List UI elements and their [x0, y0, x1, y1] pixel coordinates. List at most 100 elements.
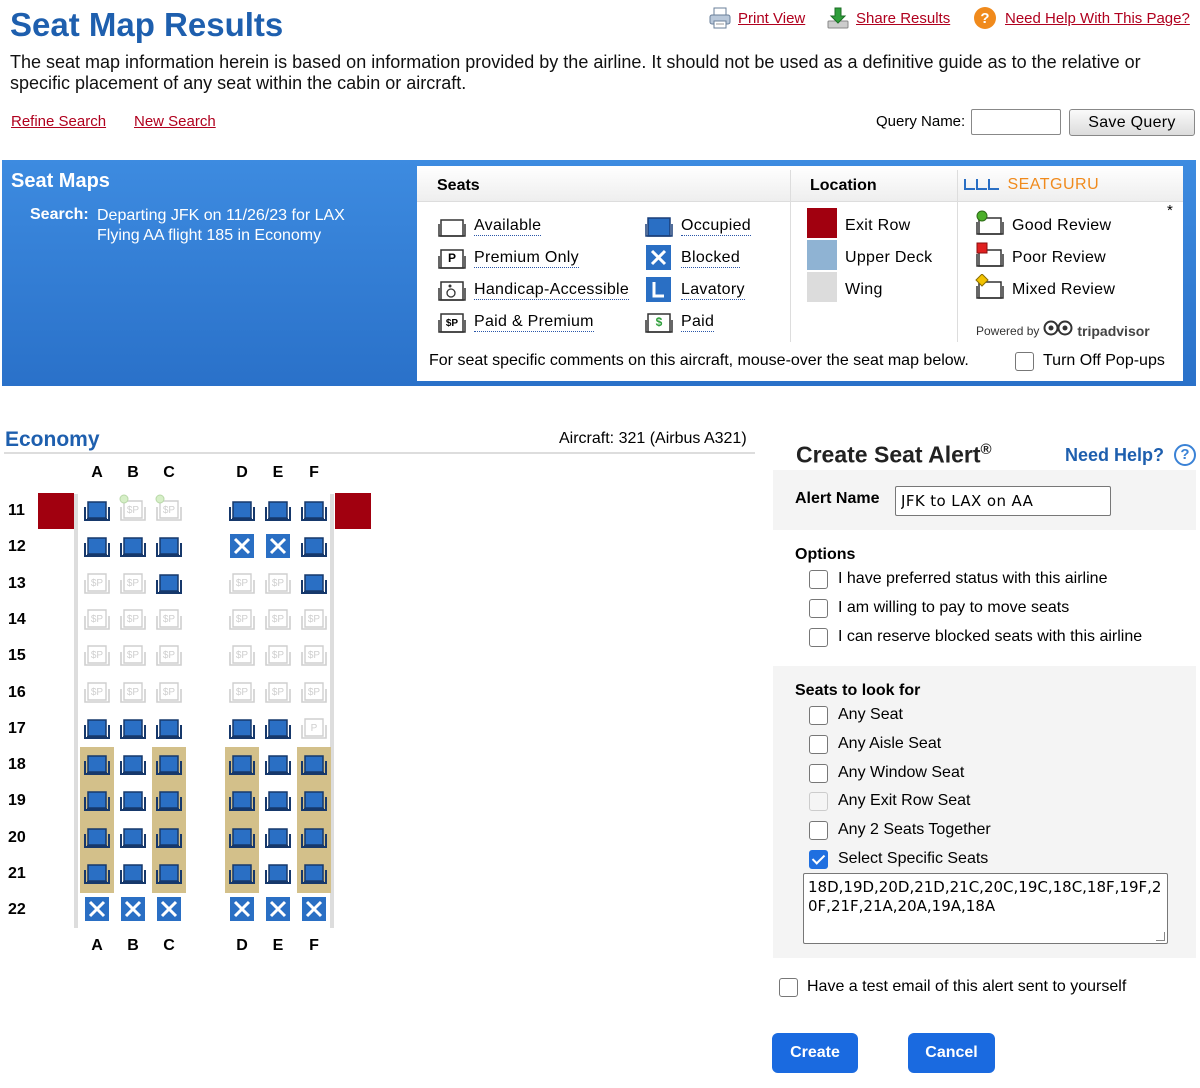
seat-14f[interactable]: $P [297, 602, 331, 636]
seat-16e[interactable]: $P [261, 675, 295, 709]
seat-option-checkbox[interactable] [809, 850, 828, 869]
seat-option-checkbox[interactable] [809, 821, 828, 841]
seat-11d[interactable] [225, 493, 259, 527]
seat-12a[interactable] [80, 529, 114, 563]
seat-20f[interactable] [297, 819, 331, 857]
print-view-link[interactable]: Print View [738, 10, 805, 27]
seat-21e[interactable] [261, 856, 295, 890]
seat-16d[interactable]: $P [225, 675, 259, 709]
seat-13a[interactable]: $P [80, 566, 114, 600]
alert-name-input[interactable] [895, 486, 1111, 516]
seat-22f[interactable] [297, 892, 331, 926]
seat-12b[interactable] [116, 529, 150, 563]
seat-20d[interactable] [225, 819, 259, 857]
seat-20e[interactable] [261, 820, 295, 854]
seat-13e[interactable]: $P [261, 566, 295, 600]
seat-11c[interactable]: $P [152, 493, 186, 527]
seat-19d[interactable] [225, 783, 259, 821]
help-question-icon[interactable]: ? [1174, 444, 1196, 466]
seat-option-checkbox[interactable] [809, 706, 828, 725]
seat-15c[interactable]: $P [152, 638, 186, 672]
seat-12f[interactable] [297, 529, 331, 563]
seat-21d[interactable] [225, 856, 259, 893]
printer-icon[interactable] [708, 6, 732, 30]
seat-15a[interactable]: $P [80, 638, 114, 672]
seat-17f[interactable]: P [297, 711, 331, 745]
seat-14c[interactable]: $P [152, 602, 186, 636]
seat-22c[interactable] [152, 892, 186, 926]
need-help-page-link[interactable]: Need Help With This Page? [1005, 10, 1190, 27]
seat-20b[interactable] [116, 820, 150, 854]
seat-16f[interactable]: $P [297, 675, 331, 709]
seat-21a[interactable] [80, 856, 114, 893]
seat-17b[interactable] [116, 711, 150, 745]
seat-19e[interactable] [261, 783, 295, 817]
seat-15e[interactable]: $P [261, 638, 295, 672]
seat-21b[interactable] [116, 856, 150, 890]
seat-14b[interactable]: $P [116, 602, 150, 636]
seat-13f[interactable] [297, 566, 331, 600]
seat-19c[interactable] [152, 783, 186, 821]
seat-22b[interactable] [116, 892, 150, 926]
refine-search-link[interactable]: Refine Search [11, 113, 106, 130]
seat-16c[interactable]: $P [152, 675, 186, 709]
seat-18b[interactable] [116, 747, 150, 781]
query-name-input[interactable] [971, 109, 1061, 135]
seat-13b[interactable]: $P [116, 566, 150, 600]
option-checkbox[interactable] [809, 599, 828, 618]
seat-20c[interactable] [152, 819, 186, 857]
seat-15b[interactable]: $P [116, 638, 150, 672]
seat-19f[interactable] [297, 783, 331, 821]
seat-13c[interactable] [152, 566, 186, 600]
download-icon[interactable] [826, 6, 850, 30]
seat-21f[interactable] [297, 856, 331, 893]
seat-11f[interactable] [297, 493, 331, 527]
option-checkbox[interactable] [809, 570, 828, 589]
seat-22d[interactable] [225, 892, 259, 926]
seat-19a[interactable] [80, 783, 114, 821]
seat-18e[interactable] [261, 747, 295, 781]
seat-11a[interactable] [80, 493, 114, 527]
save-query-button[interactable]: Save Query [1069, 109, 1195, 136]
seat-12c[interactable] [152, 529, 186, 563]
seat-14e[interactable]: $P [261, 602, 295, 636]
test-email-checkbox[interactable] [779, 978, 798, 997]
seat-17d[interactable] [225, 711, 259, 745]
seat-22a[interactable] [80, 892, 114, 926]
seat-16a[interactable]: $P [80, 675, 114, 709]
seat-12d[interactable] [225, 529, 259, 563]
seat-17c[interactable] [152, 711, 186, 745]
seat-22e[interactable] [261, 892, 295, 926]
seat-13d[interactable]: $P [225, 566, 259, 600]
seat-11e[interactable] [261, 493, 295, 527]
seat-18d[interactable] [225, 747, 259, 785]
seat-14d[interactable]: $P [225, 602, 259, 636]
cancel-button[interactable]: Cancel [908, 1033, 995, 1073]
seat-21c[interactable] [152, 856, 186, 893]
seat-option-checkbox[interactable] [809, 734, 828, 754]
seat-18f[interactable] [297, 747, 331, 785]
seat-18c[interactable] [152, 747, 186, 785]
seat-17e[interactable] [261, 711, 295, 745]
share-results-link-group[interactable]: Share Results [826, 6, 950, 30]
new-search-link[interactable]: New Search [134, 113, 216, 130]
seat-18a[interactable] [80, 747, 114, 785]
turn-off-popups-checkbox[interactable] [1015, 352, 1034, 371]
create-button[interactable]: Create [772, 1033, 858, 1073]
seat-14a[interactable]: $P [80, 602, 114, 636]
seat-11b[interactable]: $P [116, 493, 150, 527]
help-page-link-group[interactable]: ? Need Help With This Page? [973, 6, 1190, 30]
seat-17a[interactable] [80, 711, 114, 745]
seat-12e[interactable] [261, 529, 295, 563]
option-checkbox[interactable] [809, 628, 828, 647]
seat-15f[interactable]: $P [297, 638, 331, 672]
share-results-link[interactable]: Share Results [856, 10, 950, 27]
seat-option-checkbox[interactable] [809, 763, 828, 783]
seat-19b[interactable] [116, 783, 150, 817]
resize-grip-icon[interactable] [1156, 932, 1165, 941]
need-help-link[interactable]: Need Help? [1065, 445, 1164, 466]
seat-16b[interactable]: $P [116, 675, 150, 709]
seat-15d[interactable]: $P [225, 638, 259, 672]
specific-seats-textarea[interactable]: 18D,19D,20D,21D,21C,20C,19C,18C,18F,19F,… [803, 873, 1168, 944]
help-circle-icon[interactable]: ? [973, 6, 997, 30]
